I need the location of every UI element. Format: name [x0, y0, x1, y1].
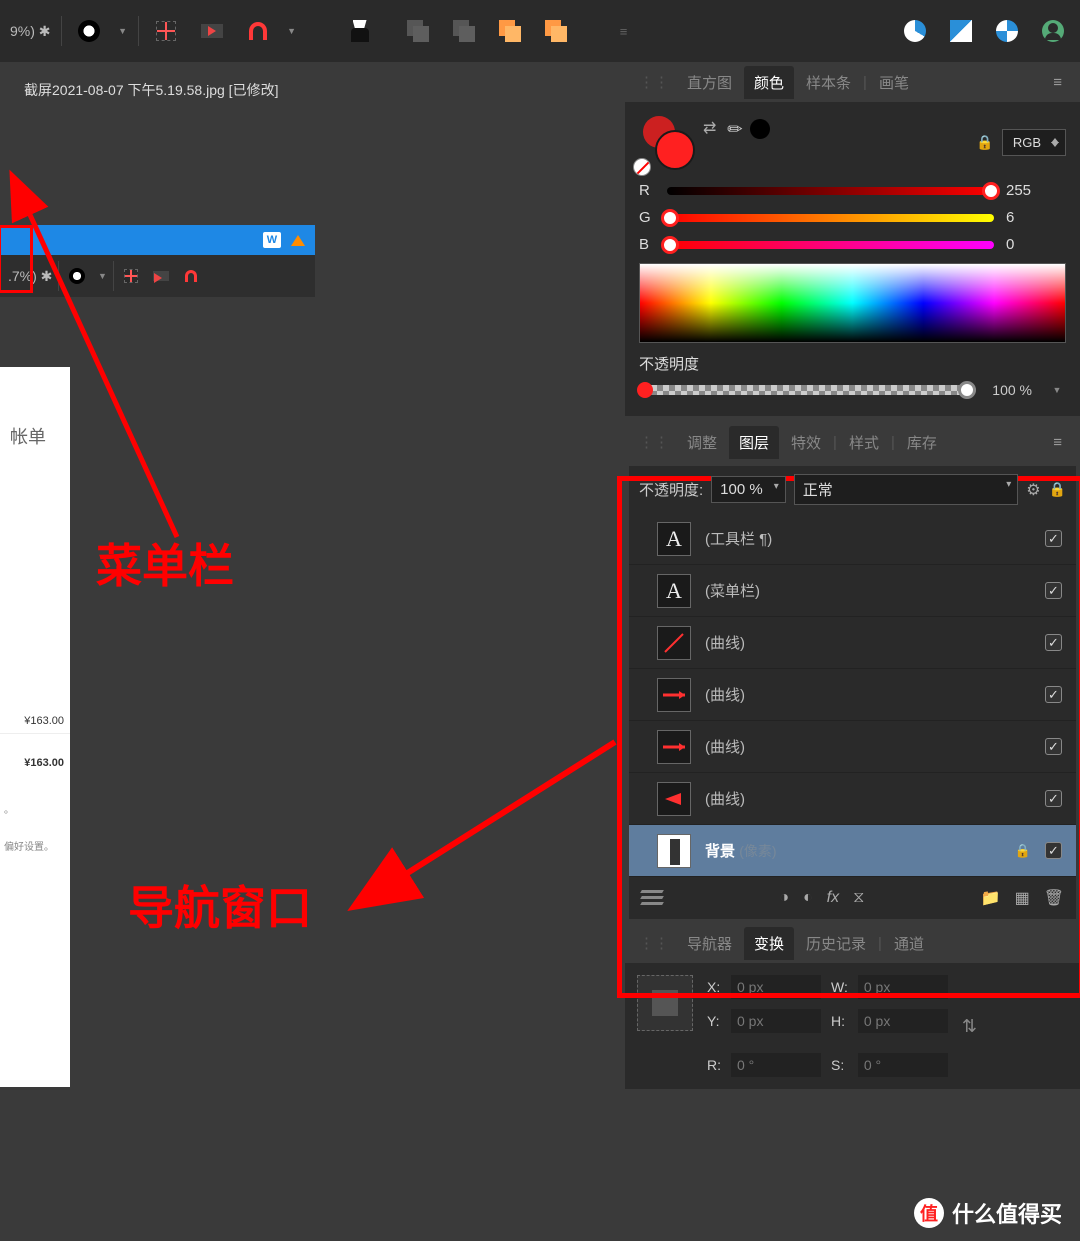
- persona-liquify-button[interactable]: [940, 12, 982, 50]
- layer-panel-tabs: ⋮⋮ 调整 图层 特效 | 样式 | 库存 ≡: [625, 422, 1080, 462]
- panel-menu-icon[interactable]: ≡: [1043, 428, 1072, 457]
- tab-histogram[interactable]: 直方图: [677, 66, 742, 99]
- slider-g[interactable]: G 6: [639, 209, 1066, 226]
- color-panel-tabs: ⋮⋮ 直方图 颜色 样本条 | 画笔 ≡: [625, 62, 1080, 102]
- panel-handle-icon[interactable]: ⋮⋮: [633, 73, 675, 91]
- annotation-box-menu: [0, 225, 33, 293]
- tab-stock[interactable]: 库存: [897, 426, 947, 459]
- document-tab[interactable]: 截屏2021-08-07 下午5.19.58.jpg [已修改]: [0, 72, 318, 108]
- field-r[interactable]: 0 °: [731, 1053, 821, 1077]
- persona-photo-button[interactable]: [894, 12, 936, 50]
- blend-mode-select[interactable]: 正常: [794, 474, 1019, 505]
- link-icon[interactable]: ⇅: [962, 1016, 977, 1037]
- field-s[interactable]: 0 °: [858, 1053, 948, 1077]
- doc-price-1: ¥163.00: [0, 709, 70, 733]
- tab-swatches[interactable]: 样本条: [796, 66, 861, 99]
- doc-title: 帐单: [0, 367, 70, 449]
- opacity-dropdown[interactable]: ▼: [1048, 385, 1066, 395]
- value-r[interactable]: 255: [1006, 182, 1066, 199]
- layer-thumb: [657, 834, 691, 868]
- embedded-dd: ▼: [93, 271, 111, 281]
- doc-note-1: 。: [0, 797, 70, 820]
- opacity-slider[interactable]: [639, 385, 976, 395]
- panel-handle-icon[interactable]: ⋮⋮: [633, 433, 675, 451]
- watermark-logo: 值: [914, 1198, 944, 1228]
- watermark: 值 什么值得买: [914, 1197, 1062, 1229]
- annotation-arrow-2: [380, 734, 640, 894]
- tab-adjust[interactable]: 调整: [677, 426, 727, 459]
- arrange-front-button[interactable]: [535, 12, 577, 50]
- annotation-label-nav: 导航窗口: [128, 872, 312, 938]
- sampled-color[interactable]: [750, 119, 770, 139]
- color-mode-select[interactable]: RGB: [1002, 129, 1066, 156]
- color-swatch[interactable]: [639, 114, 695, 170]
- value-b[interactable]: 0: [1006, 236, 1066, 253]
- slider-r[interactable]: R 255: [639, 182, 1066, 199]
- arrange-forward-button[interactable]: [489, 12, 531, 50]
- mask-dropdown[interactable]: ▼: [114, 26, 132, 36]
- embedded-snap-button: [146, 263, 176, 289]
- color-spectrum[interactable]: [639, 263, 1066, 343]
- opacity-label: 不透明度: [639, 353, 1066, 374]
- vlc-icon: [291, 235, 305, 246]
- annotation-label-menu: 菜单栏: [96, 530, 234, 596]
- tab-color[interactable]: 颜色: [744, 66, 794, 99]
- field-y[interactable]: 0 px: [731, 1009, 821, 1033]
- embedded-app-preview: W .7%) ✱ ▼: [0, 225, 315, 297]
- align-button[interactable]: ≡: [603, 12, 645, 50]
- embedded-mask-button: [61, 262, 93, 290]
- document-tab-strip: 截屏2021-08-07 下午5.19.58.jpg [已修改]: [0, 62, 625, 108]
- snap-dropdown[interactable]: ▼: [283, 26, 301, 36]
- embedded-toolbar: .7%) ✱ ▼: [0, 255, 315, 297]
- wps-icon: W: [263, 232, 281, 248]
- color-panel: ⇄ ✎ 🔒 RGB R 255 G 6 B 0 不透明度 100 %: [625, 102, 1080, 416]
- field-h[interactable]: 0 px: [858, 1009, 948, 1033]
- right-panel-dock: ⋮⋮ 直方图 颜色 样本条 | 画笔 ≡ ⇄ ✎ 🔒 RGB R 255 G: [625, 62, 1080, 1241]
- value-g[interactable]: 6: [1006, 209, 1066, 226]
- account-button[interactable]: [1032, 12, 1074, 50]
- arrange-backward-button[interactable]: [443, 12, 485, 50]
- lock-icon[interactable]: 🔒: [976, 134, 993, 151]
- doc-note-2: 偏好设置。: [0, 834, 70, 857]
- watermark-text: 什么值得买: [952, 1197, 1062, 1229]
- snapping-grid-button[interactable]: [145, 12, 187, 50]
- tab-layers[interactable]: 图层: [729, 426, 779, 459]
- tab-styles[interactable]: 样式: [839, 426, 889, 459]
- embedded-document: 帐单 ¥163.00 ¥163.00 。 偏好设置。: [0, 367, 70, 1087]
- arrange-back-button[interactable]: [397, 12, 439, 50]
- layer-stack-icon[interactable]: [641, 890, 663, 906]
- main-toolbar: 9%) ✱ ▼ ▼ ≡: [0, 0, 1080, 62]
- embedded-titlebar: W: [0, 225, 315, 255]
- doc-price-2: ¥163.00: [0, 751, 70, 775]
- assistant-button[interactable]: [339, 12, 381, 50]
- embedded-magnet-button: [176, 263, 206, 289]
- zoom-indicator[interactable]: 9%) ✱: [6, 23, 55, 40]
- eyedropper-icon[interactable]: ✎: [723, 116, 749, 142]
- annotation-box-nav: [617, 476, 1080, 998]
- layer-opacity-select[interactable]: 100 %: [711, 476, 786, 503]
- panel-menu-icon[interactable]: ≡: [1043, 68, 1072, 97]
- magnet-snap-button[interactable]: [237, 12, 279, 50]
- canvas-area: 截屏2021-08-07 下午5.19.58.jpg [已修改] W .7%) …: [0, 62, 625, 1241]
- slider-b[interactable]: B 0: [639, 236, 1066, 253]
- embedded-grid-button: [116, 263, 146, 289]
- tab-brushes[interactable]: 画笔: [869, 66, 919, 99]
- persona-develop-button[interactable]: [986, 12, 1028, 50]
- snap-align-button[interactable]: [191, 12, 233, 50]
- tab-fx[interactable]: 特效: [781, 426, 831, 459]
- swap-colors-icon[interactable]: ⇄: [703, 118, 716, 138]
- mask-mode-button[interactable]: [68, 12, 110, 50]
- opacity-value[interactable]: 100 %: [984, 378, 1040, 402]
